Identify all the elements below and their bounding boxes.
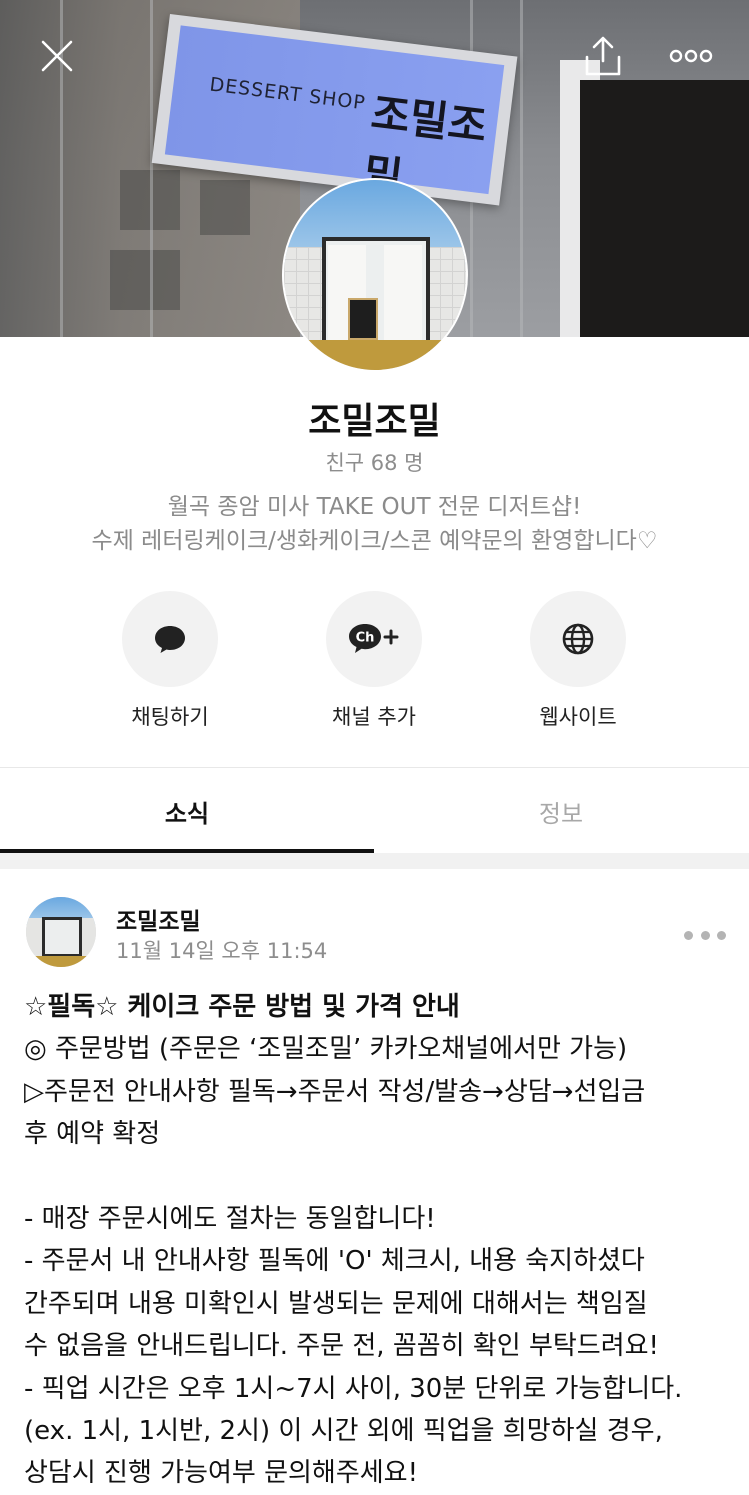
website-label: 웹사이트: [539, 705, 617, 729]
close-icon: [41, 40, 73, 72]
channel-description: 월곡 종암 미사 TAKE OUT 전문 디저트샵! 수제 레터링케이크/생화케…: [0, 490, 749, 558]
post-line: - 픽업 시간은 오후 1시~7시 사이, 30분 단위로 가능합니다.: [24, 1373, 683, 1404]
globe-icon: [562, 623, 594, 655]
tab-news[interactable]: 소식: [0, 768, 374, 854]
more-button[interactable]: [666, 34, 716, 78]
post-line: ◎ 주문방법 (주문은 ‘조밀조밀’ 카카오채널에서만 가능): [24, 1034, 628, 1065]
friend-count: 친구 68 명: [325, 451, 424, 475]
share-button[interactable]: [581, 34, 625, 78]
post-line: 후 예약 확정: [24, 1119, 161, 1150]
post-line: 수 없음을 안내드립니다. 주문 전, 꼼꼼히 확인 부탁드려요!: [24, 1331, 659, 1362]
post-title: ☆필독☆ 케이크 주문 방법 및 가격 안내: [24, 992, 460, 1022]
tab-info[interactable]: 정보: [374, 768, 748, 854]
chat-icon: [155, 626, 185, 653]
tab-bar: 소식 정보: [0, 767, 749, 854]
post-author-avatar[interactable]: [26, 897, 96, 967]
post-line: - 매장 주문시에도 절차는 동일합니다!: [24, 1203, 436, 1234]
channel-add-label: 채널 추가: [332, 705, 416, 729]
cover-stripe: [150, 0, 153, 337]
section-divider: [0, 853, 749, 869]
description-line: 월곡 종암 미사 TAKE OUT 전문 디저트샵!: [167, 494, 582, 520]
chat-label: 채팅하기: [131, 705, 209, 729]
channel-add-button-circle[interactable]: Ch: [326, 591, 422, 687]
chat-button-circle[interactable]: [122, 591, 218, 687]
description-line: 수제 레터링케이크/생화케이크/스콘 예약문의 환영합니다♡: [91, 528, 658, 554]
dot-icon: [700, 930, 710, 940]
channel-name: 조밀조밀: [308, 401, 441, 442]
post-line: (ex. 1시, 1시반, 2시) 이 시간 외에 픽업을 희망하실 경우,: [24, 1415, 663, 1446]
more-icon: [669, 49, 713, 63]
cover-window: [200, 180, 250, 235]
chat-button[interactable]: 채팅하기: [100, 591, 240, 731]
cover-interior: [580, 80, 749, 337]
post-body: ☆필독☆ 케이크 주문 방법 및 가격 안내 ◎ 주문방법 (주문은 ‘조밀조밀…: [24, 986, 732, 1495]
post-line: - 주문서 내 안내사항 필독에 'O' 체크시, 내용 숙지하셨다: [24, 1246, 645, 1277]
shop-sign-en: DESSERT SHOP: [208, 73, 367, 115]
share-icon: [585, 36, 621, 76]
channel-add-icon: Ch: [349, 624, 399, 653]
cover-window: [110, 250, 180, 310]
post-author-name[interactable]: 조밀조밀: [116, 902, 201, 936]
cover-stripe: [520, 0, 523, 337]
website-button[interactable]: 웹사이트: [508, 591, 648, 731]
svg-text:Ch: Ch: [356, 631, 375, 646]
action-bar: 채팅하기 Ch 채널 추가 웹사이트: [0, 591, 749, 731]
dot-icon: [684, 930, 693, 940]
post-line: 상담시 진행 가능여부 문의해주세요!: [24, 1458, 419, 1489]
close-button[interactable]: [35, 34, 79, 78]
profile-avatar[interactable]: [284, 180, 466, 370]
website-button-circle[interactable]: [530, 591, 626, 687]
post-more-button[interactable]: [684, 922, 726, 948]
post-line: 간주되며 내용 미확인시 발생되는 문제에 대해서는 책임질: [24, 1288, 648, 1319]
channel-add-button[interactable]: Ch 채널 추가: [304, 591, 444, 731]
post-line: ▷주문전 안내사항 필독→주문서 작성/발송→상담→선입금: [24, 1076, 646, 1107]
dot-icon: [717, 930, 726, 940]
post-timestamp: 11월 14일 오후 11:54: [116, 939, 328, 963]
